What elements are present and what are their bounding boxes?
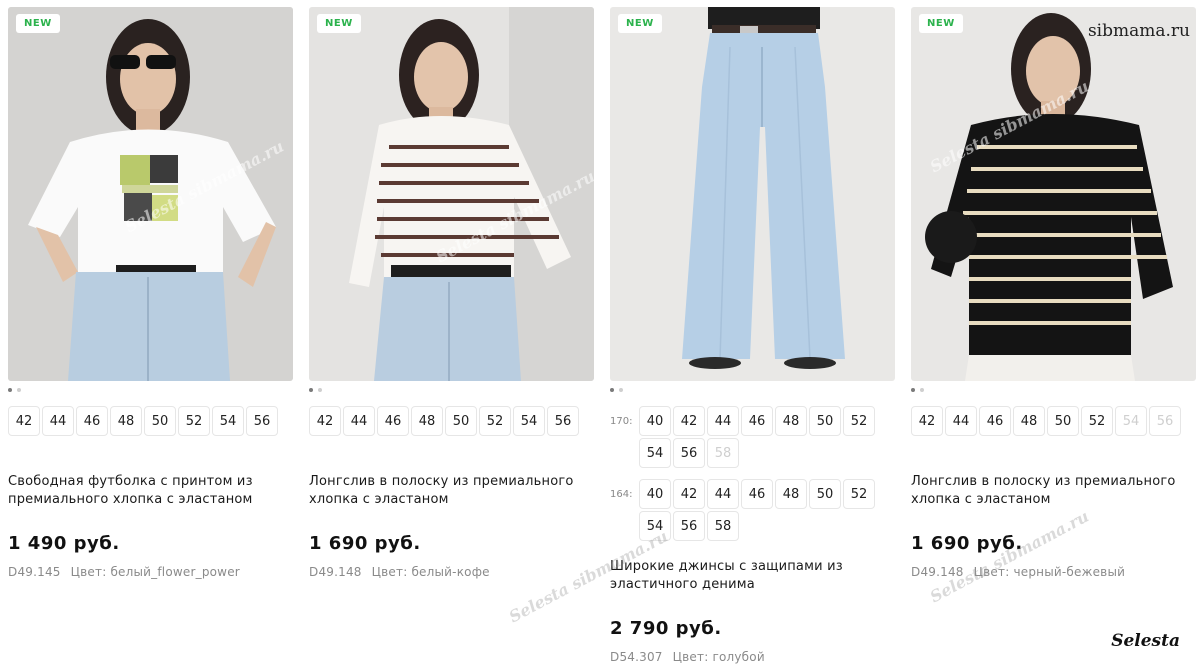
- size-option[interactable]: 54: [212, 406, 244, 436]
- carousel-dots: [911, 388, 924, 392]
- new-badge: NEW: [317, 14, 361, 33]
- size-option[interactable]: 52: [843, 406, 875, 436]
- product-sku: D49.145: [8, 565, 61, 579]
- size-option[interactable]: 46: [741, 406, 773, 436]
- size-selector: 42 44 46 48 50 52 54 56: [911, 406, 1181, 436]
- product-title[interactable]: Широкие джинсы с защипами из эластичного…: [610, 558, 890, 594]
- size-selector: 42 44 46 48 50 52 54 56: [309, 406, 579, 436]
- size-option[interactable]: 40: [639, 406, 671, 436]
- watermark-site: sibmama.ru: [1087, 21, 1190, 41]
- size-option[interactable]: 52: [479, 406, 511, 436]
- height-label: 170:: [610, 416, 633, 427]
- product-photo-wide-jeans: [610, 7, 895, 381]
- product-photo-black-striped-longsleeve: [911, 7, 1196, 381]
- product-card[interactable]: NEW Selesta sibmama.ru 42 44 46 48 50 52…: [8, 7, 293, 579]
- size-option[interactable]: 42: [673, 406, 705, 436]
- product-title[interactable]: Лонгслив в полоску из премиального хлопк…: [911, 473, 1191, 509]
- new-badge: NEW: [919, 14, 963, 33]
- size-option[interactable]: 40: [639, 479, 671, 509]
- size-option[interactable]: 52: [843, 479, 875, 509]
- product-title[interactable]: Лонгслив в полоску из премиального хлопк…: [309, 473, 589, 509]
- carousel-dot[interactable]: [8, 388, 12, 392]
- size-option[interactable]: 52: [1081, 406, 1113, 436]
- size-option[interactable]: 42: [8, 406, 40, 436]
- size-selector: 42 44 46 48 50 52 54 56: [8, 406, 278, 436]
- product-image[interactable]: NEW sibmama.ru Selesta sibmama.ru: [911, 7, 1196, 381]
- new-badge: NEW: [618, 14, 662, 33]
- size-option[interactable]: 50: [809, 479, 841, 509]
- product-image[interactable]: NEW Selesta sibmama.ru: [309, 7, 594, 381]
- product-meta: D49.148 Цвет: белый-кофе: [309, 565, 490, 579]
- carousel-dot[interactable]: [911, 388, 915, 392]
- size-option[interactable]: 48: [1013, 406, 1045, 436]
- product-sku: D54.307: [610, 650, 663, 664]
- size-option[interactable]: 46: [979, 406, 1011, 436]
- product-color: Цвет: голубой: [672, 650, 765, 664]
- height-label: 164:: [610, 489, 633, 500]
- size-option[interactable]: 42: [673, 479, 705, 509]
- size-option[interactable]: 44: [42, 406, 74, 436]
- size-option[interactable]: 44: [707, 406, 739, 436]
- product-price: 2 790 руб.: [610, 618, 722, 639]
- product-card[interactable]: NEW Selesta sibmama.ru 42 44 46 48 50 52…: [309, 7, 594, 579]
- size-option[interactable]: 42: [309, 406, 341, 436]
- product-price: 1 690 руб.: [309, 533, 421, 554]
- carousel-dot[interactable]: [318, 388, 322, 392]
- size-option[interactable]: 42: [911, 406, 943, 436]
- size-option[interactable]: 48: [411, 406, 443, 436]
- product-color: Цвет: белый-кофе: [371, 565, 490, 579]
- carousel-dots: [309, 388, 322, 392]
- new-badge: NEW: [16, 14, 60, 33]
- size-option[interactable]: 44: [945, 406, 977, 436]
- carousel-dot[interactable]: [619, 388, 623, 392]
- size-option[interactable]: 50: [1047, 406, 1079, 436]
- carousel-dot[interactable]: [17, 388, 21, 392]
- product-image[interactable]: NEW: [610, 7, 895, 381]
- product-photo-tshirt: [8, 7, 293, 381]
- size-option-unavailable: 56: [1149, 406, 1181, 436]
- size-option[interactable]: 46: [377, 406, 409, 436]
- carousel-dot[interactable]: [920, 388, 924, 392]
- size-option[interactable]: 48: [110, 406, 142, 436]
- watermark-text: Selesta sibmama.ru: [926, 506, 1092, 607]
- product-title[interactable]: Свободная футболка с принтом из премиаль…: [8, 473, 288, 509]
- size-option[interactable]: 46: [741, 479, 773, 509]
- size-option[interactable]: 50: [809, 406, 841, 436]
- size-selector: 40 42 44 46 48 50 52 54 56 58: [639, 406, 879, 468]
- size-option[interactable]: 56: [673, 511, 705, 541]
- size-option[interactable]: 56: [547, 406, 579, 436]
- size-option[interactable]: 46: [76, 406, 108, 436]
- size-option-unavailable: 58: [707, 438, 739, 468]
- carousel-dot[interactable]: [610, 388, 614, 392]
- product-price: 1 490 руб.: [8, 533, 120, 554]
- product-meta: D54.307 Цвет: голубой: [610, 650, 765, 664]
- size-option[interactable]: 44: [343, 406, 375, 436]
- product-color: Цвет: белый_flower_power: [70, 565, 240, 579]
- carousel-dots: [610, 388, 623, 392]
- size-option[interactable]: 56: [673, 438, 705, 468]
- product-grid: NEW Selesta sibmama.ru 42 44 46 48 50 52…: [8, 7, 1196, 671]
- size-selector: 40 42 44 46 48 50 52 54 56 58: [639, 479, 879, 541]
- size-option[interactable]: 50: [144, 406, 176, 436]
- size-option[interactable]: 54: [639, 438, 671, 468]
- size-option[interactable]: 58: [707, 511, 739, 541]
- watermark-corner: Selesta: [1111, 631, 1180, 651]
- product-meta: D49.148 Цвет: черный-бежевый: [911, 565, 1125, 579]
- size-option[interactable]: 54: [513, 406, 545, 436]
- product-card[interactable]: NEW 170: 40 42 44 46 48 50 52 54 56 58 1…: [506, 7, 895, 664]
- size-option[interactable]: 48: [775, 406, 807, 436]
- size-option-unavailable: 54: [1115, 406, 1147, 436]
- size-option[interactable]: 44: [707, 479, 739, 509]
- carousel-dots: [8, 388, 21, 392]
- carousel-dot[interactable]: [309, 388, 313, 392]
- product-meta: D49.145 Цвет: белый_flower_power: [8, 565, 240, 579]
- size-option[interactable]: 56: [246, 406, 278, 436]
- size-option[interactable]: 50: [445, 406, 477, 436]
- product-card[interactable]: NEW sibmama.ru Selesta sibmama.ru 42 44 …: [911, 7, 1196, 606]
- size-option[interactable]: 48: [775, 479, 807, 509]
- size-option[interactable]: 52: [178, 406, 210, 436]
- product-image[interactable]: NEW Selesta sibmama.ru: [8, 7, 293, 381]
- product-sku: D49.148: [309, 565, 362, 579]
